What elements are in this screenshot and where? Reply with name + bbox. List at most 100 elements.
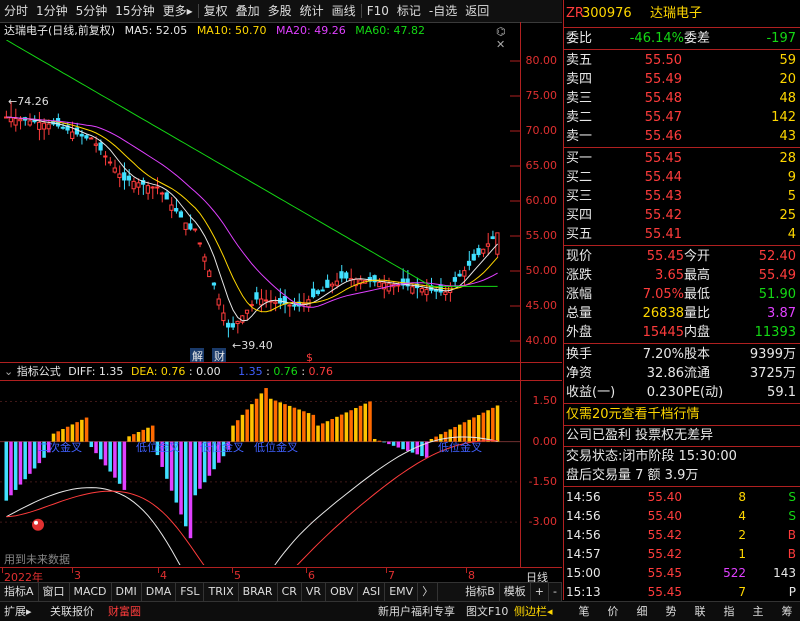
candle-body bbox=[320, 289, 325, 292]
candle-body bbox=[377, 281, 382, 288]
diff-label: DIFF: 1.35 bbox=[68, 365, 124, 378]
stat-value: 0.230 bbox=[646, 385, 684, 400]
candle-body bbox=[60, 126, 65, 129]
chart-title-line: 达瑞电子(日线,前复权) MA5: 52.05 MA10: 50.70 MA20… bbox=[4, 23, 431, 39]
quote-tab[interactable]: 价 bbox=[599, 602, 627, 621]
toolbar-item[interactable]: 复权 bbox=[200, 0, 232, 22]
toolbar-item[interactable]: -自选 bbox=[425, 0, 461, 22]
tick-volume: 522 bbox=[723, 566, 746, 580]
indicator-tab[interactable]: CR bbox=[278, 583, 302, 601]
macd-bar bbox=[335, 416, 339, 442]
indicator-tab[interactable]: 模板 bbox=[500, 583, 531, 601]
price-tick: 50.00 bbox=[525, 264, 558, 277]
promo-link[interactable]: 仅需20元查看千档行情 bbox=[566, 405, 700, 424]
indicator-tabs: 指标A 窗口 MACD DMI DMA FSL TRIX BRAR CR VR OBV ASI EMV 〉… bbox=[0, 582, 562, 601]
indicator-tab[interactable]: BRAR bbox=[239, 583, 278, 601]
toolbar-item[interactable]: 返回 bbox=[461, 0, 493, 22]
toolbar-item[interactable]: 分时 bbox=[0, 0, 32, 22]
indicator-name[interactable]: 指标公式 bbox=[17, 365, 61, 378]
indicator-menu-icon[interactable]: ⌄ bbox=[4, 365, 13, 378]
indicator-tab[interactable]: FSL bbox=[176, 583, 205, 601]
macd-bar bbox=[269, 398, 273, 442]
date-axis: 2022年 3 4 5 6 7 8 日线 bbox=[0, 567, 562, 584]
quote-tab[interactable]: 指 bbox=[715, 602, 743, 621]
macd-bar bbox=[344, 412, 349, 442]
price-tick: 70.00 bbox=[525, 124, 558, 137]
indicator-tab[interactable]: EMV bbox=[385, 583, 419, 601]
macd-bar bbox=[372, 438, 377, 442]
tick-volume: 8 bbox=[738, 490, 746, 504]
macd-bar bbox=[387, 441, 391, 445]
quote-tab[interactable]: 联 bbox=[686, 602, 714, 621]
quote-tab[interactable]: 细 bbox=[628, 602, 656, 621]
indicator-tab[interactable]: MACD bbox=[70, 583, 112, 601]
candle-body bbox=[292, 304, 297, 307]
candle-body bbox=[174, 208, 179, 212]
toolbar-item[interactable]: 叠加 bbox=[232, 0, 264, 22]
macd-bar bbox=[396, 441, 401, 448]
candle-body bbox=[207, 270, 212, 278]
candle-body bbox=[424, 288, 429, 296]
toolbar-item[interactable]: 5分钟 bbox=[72, 0, 112, 22]
quote-tab[interactable]: 主 bbox=[744, 602, 772, 621]
macd-bar bbox=[401, 441, 405, 450]
cross-label: 低位金叉 bbox=[438, 440, 482, 454]
bottom-left-item[interactable]: 扩展▸ bbox=[4, 602, 32, 621]
indicator-tab[interactable]: 指标A bbox=[0, 583, 39, 601]
tick-volume: 7 bbox=[738, 585, 746, 599]
candle-body bbox=[254, 292, 259, 300]
stat-label: 内盘 bbox=[684, 325, 711, 340]
tick-price: 55.45 bbox=[647, 585, 682, 599]
indicator-tab[interactable]: 〉 bbox=[418, 583, 439, 601]
toolbar-item[interactable]: 多股 bbox=[264, 0, 296, 22]
bottom-left-item[interactable]: 财富圈 bbox=[108, 602, 141, 621]
macd-bar bbox=[23, 441, 27, 480]
toolbar-item[interactable]: 1分钟 bbox=[32, 0, 72, 22]
macd-bar bbox=[325, 421, 330, 442]
ask-volume: 142 bbox=[771, 110, 796, 125]
stat-label: 股本 bbox=[684, 347, 711, 362]
toolbar-item[interactable]: 标记 bbox=[393, 0, 425, 22]
indicator-tab[interactable]: - bbox=[549, 583, 562, 601]
indicator-tab[interactable]: + bbox=[531, 583, 550, 601]
quote-tab[interactable]: 筹 bbox=[773, 602, 800, 621]
toolbar-item[interactable]: 画线 bbox=[328, 0, 360, 22]
macd-tick: 0.00 bbox=[532, 434, 558, 448]
tick-volume: 1 bbox=[738, 547, 746, 561]
macd-bar bbox=[448, 429, 453, 442]
toolbar-item[interactable]: F10 bbox=[363, 0, 393, 22]
toolbar-item[interactable]: 15分钟 bbox=[111, 0, 158, 22]
candle-body bbox=[103, 155, 108, 158]
macd-bar bbox=[127, 436, 131, 442]
after-hours-volume: 盘后交易量 7 额 3.9万 bbox=[566, 468, 699, 483]
indicator-tab[interactable]: TRIX bbox=[204, 583, 239, 601]
candle-body bbox=[211, 282, 217, 286]
indicator-tab[interactable]: OBV bbox=[326, 583, 359, 601]
macd-bar bbox=[330, 418, 334, 442]
bottom-right-item[interactable]: 侧边栏◂ bbox=[514, 602, 553, 621]
quote-tab[interactable]: 笔 bbox=[570, 602, 598, 621]
candle-body bbox=[311, 288, 316, 298]
macd-bar bbox=[9, 441, 13, 496]
stat-label: 涨幅 bbox=[566, 287, 593, 302]
toolbar-item[interactable]: 更多▸ bbox=[159, 0, 197, 22]
indicator-tab[interactable]: DMA bbox=[142, 583, 177, 601]
wc-value: -197 bbox=[766, 31, 796, 46]
bottom-right-item[interactable]: 图文F10 bbox=[466, 602, 508, 621]
stat-value: 3725万 bbox=[749, 366, 796, 381]
wc-label: 委差 bbox=[684, 31, 711, 46]
quote-tab[interactable]: 势 bbox=[657, 602, 685, 621]
stat-value: 11393 bbox=[754, 325, 796, 340]
macd-bar bbox=[316, 425, 320, 442]
indicator-tab[interactable]: ASI bbox=[358, 583, 386, 601]
indicator-tab[interactable]: 窗口 bbox=[39, 583, 70, 601]
candle-body bbox=[273, 301, 278, 304]
indicator-tab[interactable]: 指标B bbox=[461, 583, 500, 601]
bottom-left-item[interactable]: 关联报价 bbox=[50, 602, 94, 621]
indicator-tab[interactable]: VR bbox=[302, 583, 327, 601]
candle-body bbox=[471, 253, 476, 261]
indicator-tab[interactable]: DMI bbox=[112, 583, 142, 601]
chart-settings-icon[interactable]: ⌬ ✕ bbox=[496, 25, 518, 51]
bottom-right-item[interactable]: 新用户福利专享 bbox=[378, 602, 455, 621]
toolbar-item[interactable]: 统计 bbox=[296, 0, 328, 22]
